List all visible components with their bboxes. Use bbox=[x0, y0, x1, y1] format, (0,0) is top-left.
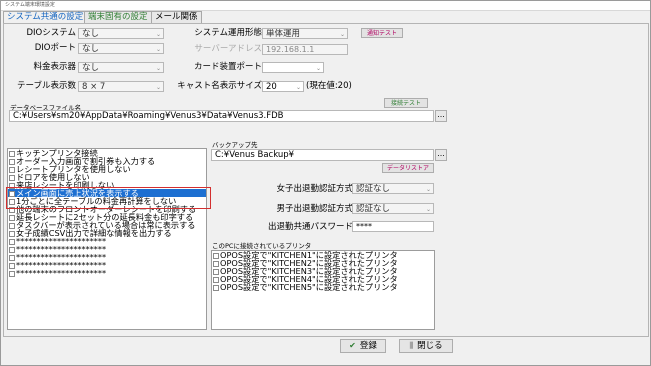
card-port-combo[interactable]: ⌄ bbox=[262, 62, 324, 73]
window-title: システム端末環境設定 bbox=[5, 2, 55, 8]
highlight-box bbox=[6, 187, 211, 209]
table-count-label: テーブル表示数 bbox=[17, 81, 76, 91]
cast-size-label: キャスト名表示サイズ bbox=[177, 81, 262, 91]
female-auth-value: 認証なし bbox=[356, 184, 391, 194]
notify-test-button[interactable]: 通知テスト bbox=[361, 28, 403, 38]
checkbox[interactable] bbox=[213, 252, 219, 259]
checkbox[interactable] bbox=[9, 230, 15, 237]
checkbox[interactable] bbox=[213, 276, 219, 283]
register-button[interactable]: ✔ 登録 bbox=[340, 339, 386, 353]
checkbox[interactable] bbox=[9, 214, 15, 221]
chevron-down-icon: ⌄ bbox=[295, 84, 301, 91]
checkbox[interactable] bbox=[213, 268, 219, 275]
server-address-input[interactable]: 192.168.1.1 bbox=[262, 44, 348, 55]
table-count-value: 8 × 7 bbox=[82, 82, 106, 92]
checkbox[interactable] bbox=[9, 174, 15, 181]
chevron-down-icon: ⌄ bbox=[155, 65, 161, 72]
server-address-label: サーバーアドレス bbox=[194, 44, 262, 54]
checkbox[interactable] bbox=[9, 238, 15, 245]
cast-size-value: 20 bbox=[266, 82, 277, 92]
settings-panel: DIOシステム なし ⌄ DIOポート なし ⌄ 料金表示器 なし ⌄ テーブル表示数… bbox=[3, 23, 649, 337]
common-password-label: 出退勤共通パスワード bbox=[267, 222, 353, 232]
male-auth-value: 認証なし bbox=[356, 204, 391, 214]
cast-size-current: (現在値:20) bbox=[306, 81, 352, 91]
female-auth-combo[interactable]: 認証なし ⌄ bbox=[352, 183, 434, 194]
chevron-down-icon: ⌄ bbox=[425, 186, 431, 193]
dio-port-combo[interactable]: なし ⌄ bbox=[78, 43, 164, 54]
close-label: 閉じる bbox=[417, 341, 443, 351]
fee-display-value: なし bbox=[82, 63, 100, 73]
register-label: 登録 bbox=[359, 341, 377, 351]
checkbox[interactable] bbox=[9, 254, 15, 261]
printer-item[interactable]: OPOS設定で"KITCHEN5"に設定されたプリンタ bbox=[212, 283, 434, 291]
db-browse-button[interactable]: ... bbox=[435, 110, 447, 122]
checkbox[interactable] bbox=[9, 270, 15, 277]
option-item-label: ********************** bbox=[16, 268, 107, 278]
card-port-label: カード装置ポート bbox=[193, 62, 262, 72]
backup-input[interactable]: C:¥Venus Backup¥ bbox=[211, 149, 434, 161]
printer-item-label: OPOS設定で"KITCHEN5"に設定されたプリンタ bbox=[220, 282, 398, 292]
checkbox[interactable] bbox=[9, 222, 15, 229]
tab-terminal-specific[interactable]: 端末固有の設定 bbox=[84, 11, 152, 23]
dio-port-value: なし bbox=[82, 44, 100, 54]
db-file-input[interactable]: C:¥Users¥sm20¥AppData¥Roaming¥Venus3¥Dat… bbox=[9, 110, 434, 122]
backup-browse-button[interactable]: ... bbox=[435, 149, 447, 161]
checkbox[interactable] bbox=[9, 262, 15, 269]
dio-system-combo[interactable]: なし ⌄ bbox=[78, 28, 164, 39]
checkmark-icon: ✔ bbox=[349, 341, 356, 350]
dio-system-value: なし bbox=[82, 29, 100, 39]
data-restore-button[interactable]: データリストア bbox=[382, 163, 434, 173]
checkbox[interactable] bbox=[9, 150, 15, 157]
settings-window: システム端末環境設定 システム共通の設定 端末固有の設定 メール関係 DIOシス… bbox=[0, 0, 651, 366]
table-count-combo[interactable]: 8 × 7 ⌄ bbox=[78, 81, 164, 92]
chevron-down-icon: ⌄ bbox=[155, 84, 161, 91]
chevron-down-icon: ⌄ bbox=[339, 31, 345, 38]
male-auth-label: 男子出退勤認証方式 bbox=[276, 204, 353, 214]
close-button[interactable]: ⫼ 閉じる bbox=[399, 339, 453, 353]
chevron-down-icon: ⌄ bbox=[155, 31, 161, 38]
title-bar: システム端末環境設定 bbox=[1, 1, 650, 11]
option-item[interactable]: ********************** bbox=[8, 269, 206, 277]
chevron-down-icon: ⌄ bbox=[425, 206, 431, 213]
female-auth-label: 女子出退勤認証方式 bbox=[276, 184, 353, 194]
tab-mail[interactable]: メール関係 bbox=[151, 11, 202, 23]
checkbox[interactable] bbox=[213, 260, 219, 267]
dio-port-label: DIOポート bbox=[34, 43, 76, 53]
dio-system-label: DIOシステム bbox=[26, 28, 77, 38]
checkbox[interactable] bbox=[9, 246, 15, 253]
male-auth-combo[interactable]: 認証なし ⌄ bbox=[352, 203, 434, 214]
options-checklist[interactable]: キッチンプリンタ接続 オーダー入力画面で割引券も入力する レシートプリンタを使用しな… bbox=[7, 148, 207, 330]
fee-display-label: 料金表示器 bbox=[33, 62, 76, 72]
checkbox[interactable] bbox=[213, 284, 219, 291]
common-password-input[interactable]: **** bbox=[352, 221, 434, 232]
chevron-down-icon: ⌄ bbox=[315, 65, 321, 72]
close-door-icon: ⫼ bbox=[409, 341, 414, 350]
fee-display-combo[interactable]: なし ⌄ bbox=[78, 62, 164, 73]
printers-checklist[interactable]: OPOS設定で"KITCHEN1"に設定されたプリンタ OPOS設定で"KITCH… bbox=[211, 250, 435, 330]
chevron-down-icon: ⌄ bbox=[155, 46, 161, 53]
system-mode-label: システム運用形態 bbox=[194, 28, 262, 38]
checkbox[interactable] bbox=[9, 158, 15, 165]
system-mode-value: 単体運用 bbox=[266, 29, 301, 39]
checkbox[interactable] bbox=[9, 166, 15, 173]
connect-test-button[interactable]: 接続テスト bbox=[384, 98, 428, 108]
cast-size-combo[interactable]: 20 ⌄ bbox=[262, 81, 304, 92]
system-mode-combo[interactable]: 単体運用 ⌄ bbox=[262, 28, 348, 39]
